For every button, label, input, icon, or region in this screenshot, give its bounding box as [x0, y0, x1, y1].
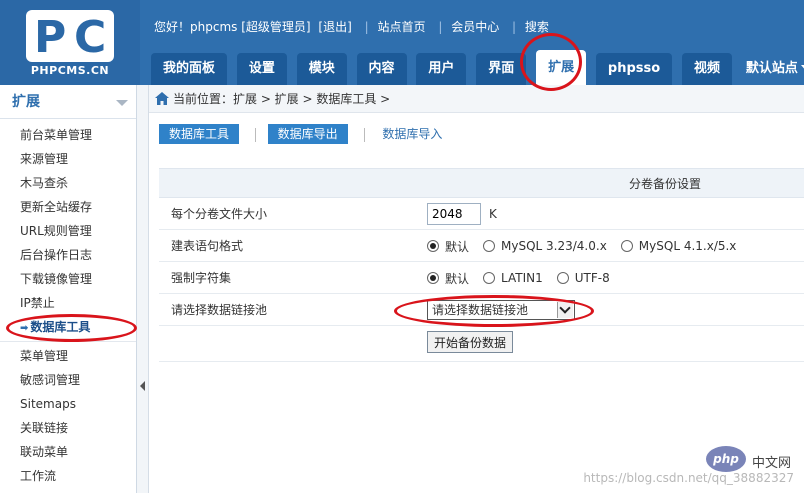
arrow-right-icon: ➡	[20, 323, 29, 334]
breadcrumb: 当前位置：扩展 > 扩展 > 数据库工具 >	[149, 85, 804, 113]
format-option-mysql323[interactable]: MySQL 3.23/4.0.x	[483, 239, 607, 253]
form-header: 分卷备份设置	[159, 168, 804, 198]
backup-settings-form: 分卷备份设置 每个分卷文件大小 K 建表语句格式 默认 MySQL 3.23/4…	[159, 168, 804, 362]
charset-option-utf8[interactable]: UTF-8	[556, 271, 610, 285]
collapse-caret-icon	[116, 100, 128, 106]
sidebar-item-sensitive-words[interactable]: 敏感词管理	[0, 368, 136, 392]
format-option-default[interactable]: 默认	[427, 238, 469, 255]
site-select[interactable]: 默认站点	[742, 53, 804, 85]
radio-icon[interactable]	[620, 240, 633, 252]
size-label: 每个分卷文件大小	[171, 207, 268, 221]
volume-size-input[interactable]	[427, 203, 481, 225]
charset-option-default[interactable]: 默认	[427, 270, 469, 287]
radio-checked-icon[interactable]	[427, 240, 439, 252]
form-row-submit: 开始备份数据	[159, 326, 804, 362]
main-content: 当前位置：扩展 > 扩展 > 数据库工具 > 数据库工具 数据库导出 数据库导入…	[149, 85, 804, 493]
site-home-link[interactable]: 站点首页	[377, 20, 425, 34]
radio-icon[interactable]	[483, 272, 496, 284]
form-row-pool: 请选择数据链接池 请选择数据链接池	[159, 294, 804, 326]
radio-checked-icon[interactable]	[427, 272, 439, 284]
tab-modules[interactable]: 模块	[296, 53, 347, 85]
member-center-link[interactable]: 会员中心	[451, 20, 499, 34]
tab-extensions[interactable]: 扩展	[536, 50, 587, 85]
tab-content[interactable]: 内容	[356, 53, 407, 85]
greeting: 您好！phpcms [超级管理员]	[154, 20, 311, 34]
sidebar-item-url-rules[interactable]: URL规则管理	[0, 219, 136, 243]
sidebar-item-sitemaps[interactable]: Sitemaps	[0, 392, 136, 416]
tab-my-panel[interactable]: 我的面板	[151, 53, 228, 85]
sidebar-toggle[interactable]	[137, 85, 149, 493]
sidebar-item-ip-ban[interactable]: IP禁止	[0, 291, 136, 315]
tab-interface[interactable]: 界面	[476, 53, 527, 85]
sidebar-title-text: 扩展	[12, 94, 40, 110]
logout-link[interactable]: [退出]	[318, 20, 351, 34]
sidebar: 扩展 前台菜单管理 来源管理 木马查杀 更新全站缓存 URL规则管理 后台操作日…	[0, 85, 137, 493]
breadcrumb-text: 当前位置：扩展 > 扩展 > 数据库工具 >	[173, 92, 391, 106]
logo[interactable]: PC PHPCMS.CN	[0, 0, 140, 85]
form-row-size: 每个分卷文件大小 K	[159, 198, 804, 230]
main-nav: 我的面板 设置 模块 内容 用户 界面 扩展 phpsso 视频 默认站点	[151, 50, 804, 85]
radio-icon[interactable]	[483, 240, 496, 252]
logo-mark-icon: PC	[26, 10, 114, 63]
format-label: 建表语句格式	[171, 239, 244, 253]
sidebar-item-label: 数据库工具	[30, 320, 91, 334]
sidebar-item-front-menu[interactable]: 前台菜单管理	[0, 123, 136, 147]
db-pool-select[interactable]: 请选择数据链接池	[427, 300, 575, 320]
form-row-charset: 强制字符集 默认 LATIN1 UTF-8	[159, 262, 804, 294]
subtab-database-import[interactable]: 数据库导入	[376, 124, 448, 144]
sidebar-item-workflow[interactable]: 工作流	[0, 464, 136, 488]
home-icon[interactable]	[155, 92, 169, 105]
php-logo-icon: php	[706, 446, 746, 472]
radio-icon[interactable]	[556, 272, 569, 284]
format-option-mysql41[interactable]: MySQL 4.1.x/5.x	[620, 239, 736, 253]
sidebar-item-trojan-scan[interactable]: 木马查杀	[0, 171, 136, 195]
tab-phpsso[interactable]: phpsso	[595, 53, 673, 85]
charset-label: 强制字符集	[171, 271, 232, 285]
top-links: 您好！phpcms [超级管理员] [退出] | 站点首页 | 会员中心 | 搜…	[154, 20, 549, 34]
sidebar-item-related-links[interactable]: 关联链接	[0, 416, 136, 440]
tab-video[interactable]: 视频	[682, 53, 733, 85]
sidebar-item-linkage-menu[interactable]: 联动菜单	[0, 440, 136, 464]
watermark: https://blog.csdn.net/qq_38882327	[583, 471, 794, 485]
sidebar-item-download-mirror[interactable]: 下载镜像管理	[0, 267, 136, 291]
subtab-database-export[interactable]: 数据库导出	[267, 124, 348, 144]
charset-option-latin1[interactable]: LATIN1	[483, 271, 543, 285]
logo-text: PHPCMS.CN	[30, 64, 110, 77]
start-backup-button[interactable]: 开始备份数据	[427, 331, 514, 353]
header: PC PHPCMS.CN 您好！phpcms [超级管理员] [退出] | 站点…	[0, 0, 804, 85]
site-select-label: 默认站点	[745, 61, 798, 76]
size-unit: K	[489, 207, 497, 221]
sidebar-item-source[interactable]: 来源管理	[0, 147, 136, 171]
php-site-text: 中文网	[752, 456, 792, 471]
sidebar-item-update-cache[interactable]: 更新全站缓存	[0, 195, 136, 219]
pool-label: 请选择数据链接池	[171, 303, 268, 317]
chevron-down-icon[interactable]	[557, 302, 573, 318]
subtab-database-tools[interactable]: 数据库工具	[159, 124, 240, 144]
sidebar-item-database-tools[interactable]: ➡ 数据库工具	[0, 315, 136, 339]
subtabs: 数据库工具 数据库导出 数据库导入	[159, 124, 452, 144]
tab-users[interactable]: 用户	[416, 53, 467, 85]
collapse-left-icon	[140, 381, 145, 391]
form-row-format: 建表语句格式 默认 MySQL 3.23/4.0.x MySQL 4.1.x/5…	[159, 230, 804, 262]
sidebar-title[interactable]: 扩展	[0, 85, 136, 119]
db-pool-select-value: 请选择数据链接池	[432, 303, 529, 317]
search-link[interactable]: 搜索	[525, 20, 549, 34]
sidebar-item-menu-manage[interactable]: 菜单管理	[0, 344, 136, 368]
tab-settings[interactable]: 设置	[236, 53, 287, 85]
sidebar-item-admin-log[interactable]: 后台操作日志	[0, 243, 136, 267]
